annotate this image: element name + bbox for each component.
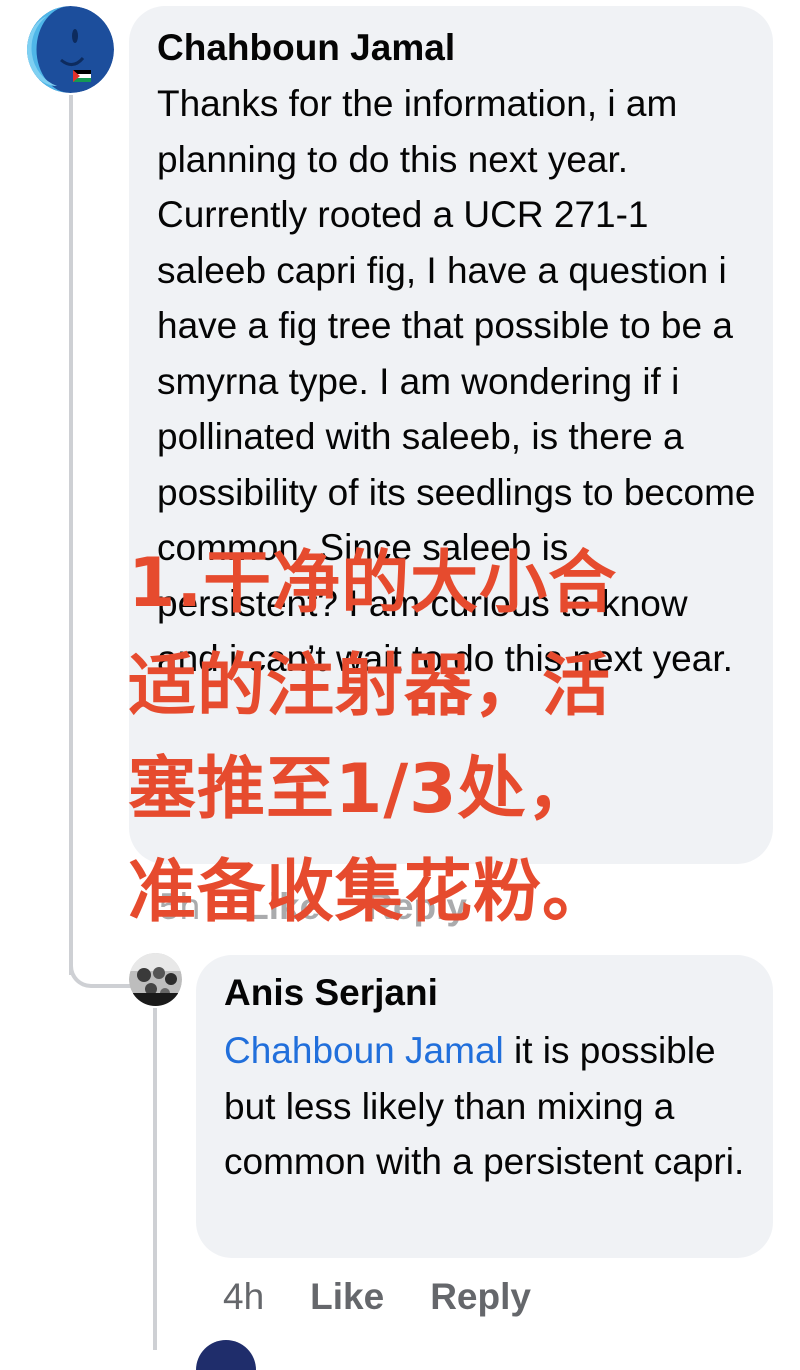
reply-like-button[interactable]: Like <box>310 1275 384 1319</box>
avatar-anis-serjani[interactable] <box>129 953 182 1006</box>
mention-link[interactable]: Chahboun Jamal <box>224 1030 504 1071</box>
thread-connector-line <box>69 95 73 975</box>
next-comment-avatar <box>196 1340 256 1370</box>
comment-author-name[interactable]: Chahboun Jamal <box>157 26 455 70</box>
reply-reply-button[interactable]: Reply <box>430 1275 531 1319</box>
overlay-caption: 1.干净的大小合 适的注射器，活 塞推至1/3处， 准备收集花粉。 <box>128 544 618 932</box>
reply-bubble: Anis Serjani Chahboun Jamal it is possib… <box>196 955 773 1258</box>
avatar-chahboun-jamal[interactable] <box>27 6 114 93</box>
group-photo-avatar-icon <box>129 953 182 1006</box>
crescent-face-avatar-icon <box>27 6 114 93</box>
reply-body: Chahboun Jamal it is possible but less l… <box>224 1023 764 1190</box>
reply-author-name[interactable]: Anis Serjani <box>224 971 438 1015</box>
reply-actions: 4h Like Reply <box>223 1275 577 1319</box>
reply-timestamp[interactable]: 4h <box>223 1275 264 1319</box>
reply-thread-connector-line <box>153 1008 157 1350</box>
thread-connector-curve <box>69 940 133 988</box>
